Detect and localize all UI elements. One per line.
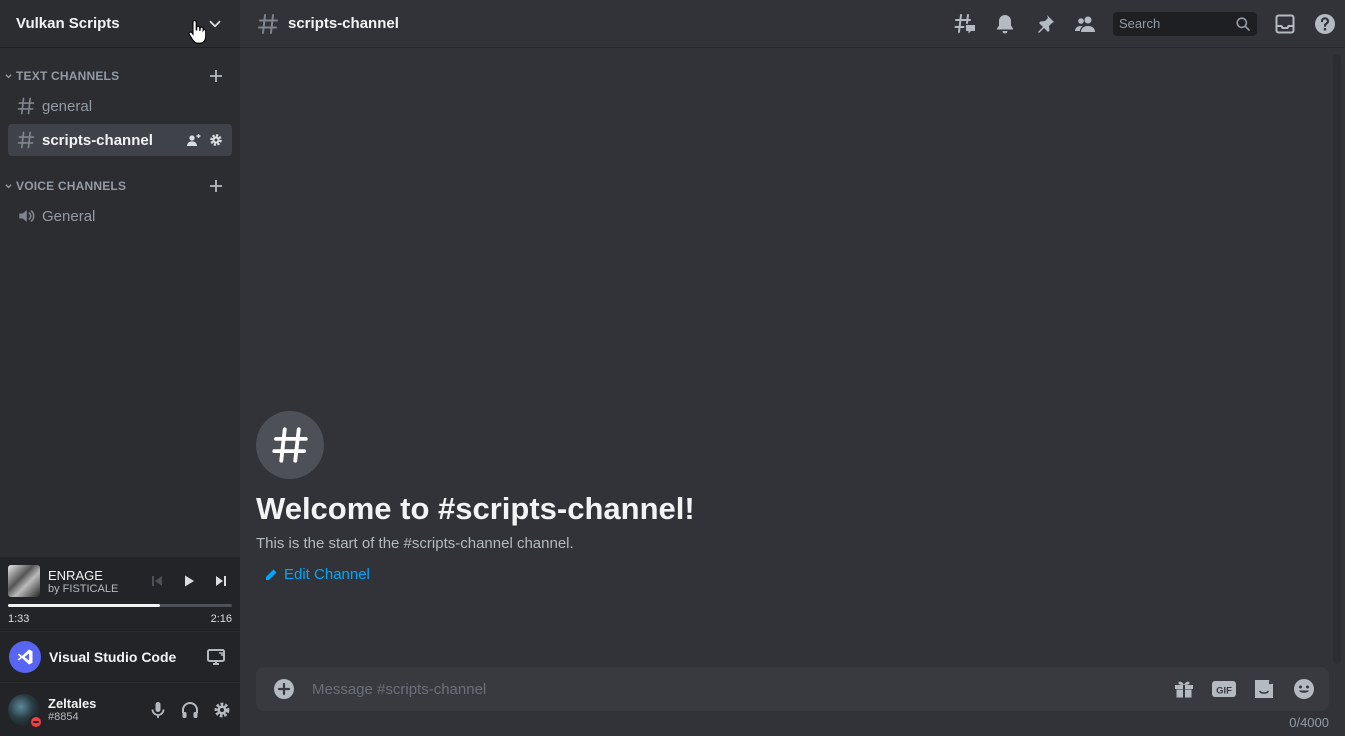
music-player: ENRAGE by FISTICALE 1:33 2:16 (0, 557, 240, 631)
activity-panel: Visual Studio Code (0, 632, 240, 682)
skip-next-icon[interactable] (212, 572, 230, 590)
emoji-icon[interactable] (1291, 677, 1317, 701)
channel-header: scripts-channel (240, 0, 1345, 48)
screen-share-icon[interactable] (206, 647, 226, 667)
message-composer: GIF (256, 667, 1329, 711)
hand-cursor-icon (188, 20, 206, 44)
gear-icon[interactable] (212, 700, 232, 720)
pin-icon[interactable] (1033, 12, 1057, 36)
channel-sidebar: Vulkan Scripts TEXT CHANNELS general scr… (0, 0, 240, 736)
track-title[interactable]: ENRAGE (48, 568, 148, 583)
search-bar[interactable] (1113, 11, 1257, 36)
welcome-title: Welcome to #scripts-channel! (256, 491, 695, 526)
bell-icon[interactable] (993, 12, 1017, 36)
scrollbar[interactable] (1333, 54, 1341, 664)
welcome-subtitle: This is the start of the #scripts-channe… (256, 535, 574, 552)
edit-channel-label: Edit Channel (284, 566, 370, 583)
hashtag-icon (256, 411, 324, 479)
edit-channel-link[interactable]: Edit Channel (264, 566, 695, 583)
user-tag: #8854 (48, 711, 79, 723)
chat-area: scripts-channel Welcome to #scripts-chan… (240, 0, 1345, 736)
channel-label: scripts-channel (42, 131, 153, 149)
gif-icon[interactable]: GIF (1211, 677, 1237, 701)
username: Zeltales (48, 696, 97, 711)
vscode-icon (9, 640, 41, 673)
sticker-icon[interactable] (1251, 677, 1277, 701)
chevron-down-icon[interactable] (206, 15, 224, 33)
category-text-channels[interactable]: TEXT CHANNELS (0, 64, 240, 88)
search-input[interactable] (1119, 16, 1235, 31)
add-attachment-icon[interactable] (272, 677, 296, 701)
user-info[interactable]: Zeltales #8854 (48, 696, 148, 723)
hashtag-icon (258, 13, 278, 34)
message-input[interactable] (312, 680, 1171, 698)
avatar[interactable] (8, 693, 43, 729)
category-voice-channels[interactable]: VOICE CHANNELS (0, 174, 240, 198)
album-art[interactable] (8, 565, 40, 597)
hashtag-icon (17, 131, 35, 149)
track-artist[interactable]: by FISTICALE (48, 583, 148, 595)
character-count: 0/4000 (1289, 715, 1329, 730)
svg-text:GIF: GIF (1216, 686, 1232, 697)
gear-icon[interactable] (208, 132, 224, 148)
category-label: VOICE CHANNELS (16, 179, 127, 193)
pencil-icon (266, 569, 277, 580)
speaker-icon (19, 210, 35, 222)
inbox-icon[interactable] (1273, 12, 1297, 36)
channel-title: scripts-channel (288, 15, 399, 32)
channel-scripts-channel[interactable]: scripts-channel (8, 124, 232, 156)
track-progress-fill (8, 604, 161, 607)
plus-icon[interactable] (208, 178, 224, 194)
server-name: Vulkan Scripts (16, 15, 120, 32)
track-duration: 2:16 (210, 613, 232, 625)
search-icon (1236, 16, 1250, 31)
threads-icon[interactable] (953, 12, 977, 36)
invite-user-icon[interactable] (186, 132, 202, 148)
elapsed-time: 1:33 (8, 613, 30, 625)
play-icon[interactable] (180, 572, 198, 590)
user-panel: Zeltales #8854 (0, 683, 240, 736)
gift-icon[interactable] (1171, 677, 1197, 701)
member-list-icon[interactable] (1073, 12, 1097, 36)
microphone-icon[interactable] (148, 700, 168, 720)
channel-welcome: Welcome to #scripts-channel! This is the… (256, 411, 695, 583)
channel-general[interactable]: general (8, 90, 232, 122)
hashtag-icon (17, 97, 35, 115)
plus-icon[interactable] (208, 68, 224, 84)
help-icon[interactable] (1313, 12, 1337, 36)
channel-label: general (42, 97, 93, 115)
voice-channel-general[interactable]: General (8, 200, 232, 232)
dnd-status-icon (29, 714, 43, 729)
activity-name: Visual Studio Code (49, 648, 177, 665)
headphones-icon[interactable] (180, 700, 200, 720)
category-label: TEXT CHANNELS (16, 69, 120, 83)
channel-label: General (42, 207, 96, 225)
skip-previous-icon[interactable] (148, 572, 166, 590)
chevron-down-icon (5, 73, 12, 78)
track-progress-bar[interactable] (8, 604, 232, 607)
chevron-down-icon (5, 183, 12, 188)
